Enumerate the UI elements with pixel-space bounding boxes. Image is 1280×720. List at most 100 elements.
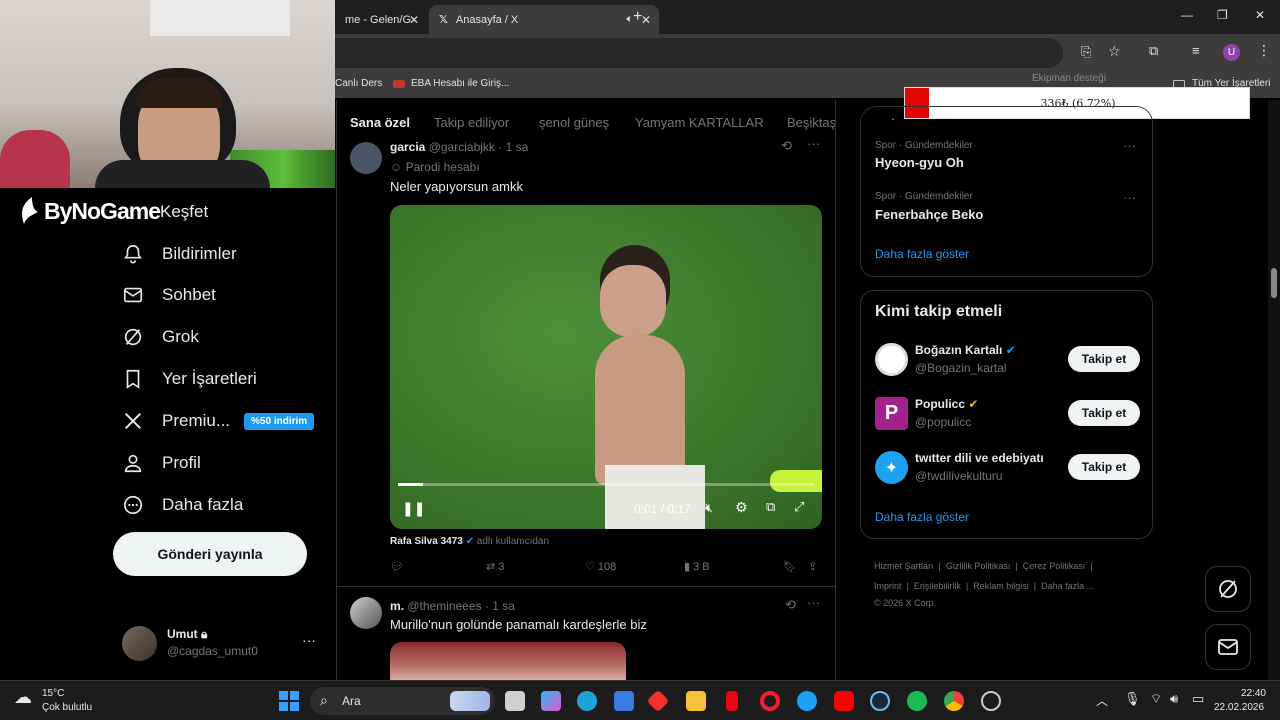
more-dots-icon[interactable]: ··· — [807, 595, 820, 610]
follow-suggestion[interactable]: P Populicc ✔ @populicc Takip et — [861, 395, 1154, 435]
bookmark-item[interactable]: Ekipman desteği — [1032, 73, 1106, 84]
menu-dots-icon[interactable]: ⋮ — [1257, 42, 1271, 59]
footer-link[interactable]: Hizmet Şartları — [874, 561, 934, 571]
mute-icon[interactable]: 🔇︎ — [705, 500, 713, 516]
close-tab-icon[interactable]: ✕ — [641, 13, 651, 27]
taskbar-search[interactable]: ⌕ Ara — [310, 687, 495, 715]
share-icon[interactable]: ⇪ — [808, 560, 817, 573]
tab-list-3[interactable]: Beşiktaş — [787, 115, 835, 130]
file-explorer-icon[interactable] — [686, 691, 706, 711]
nav-profile[interactable]: Profil — [122, 448, 201, 478]
follow-button[interactable]: Takip et — [1068, 346, 1140, 372]
copilot-icon[interactable] — [541, 691, 561, 711]
scrollbar-thumb[interactable] — [1271, 268, 1277, 298]
youtube-icon[interactable] — [834, 691, 854, 711]
footer-link[interactable]: Daha fazla ... — [1041, 581, 1094, 591]
more-dots-icon[interactable]: ··· — [1123, 190, 1136, 205]
bookmark-icon[interactable]: 🔖︎ — [783, 560, 797, 573]
post-image[interactable] — [390, 642, 626, 680]
post[interactable]: m. @themineees · 1 sa ⟲ ··· Murillo'nun … — [337, 587, 835, 680]
follow-button[interactable]: Takip et — [1068, 400, 1140, 426]
speaker-icon[interactable]: 🔈︎ — [626, 13, 633, 26]
netflix-icon[interactable] — [726, 691, 738, 711]
star-icon[interactable]: ☆ — [1108, 43, 1121, 60]
more-dots-icon[interactable]: ··· — [1123, 138, 1136, 153]
browser-tab-x[interactable]: 𝕏 Anasayfa / X 🔈︎ ✕ — [429, 5, 659, 34]
battery-icon[interactable]: ▭ — [1192, 691, 1204, 707]
footer-link[interactable]: Imprint — [874, 581, 902, 591]
video-seekbar[interactable] — [398, 483, 814, 486]
chrome-icon[interactable] — [944, 691, 964, 711]
pause-icon[interactable]: ❚❚ — [402, 500, 425, 517]
address-bar[interactable] — [335, 38, 1063, 68]
nav-notifications[interactable]: Bildirimler — [122, 239, 237, 269]
wifi-icon[interactable]: ⌔ — [1150, 691, 1162, 707]
edge-dev-icon[interactable] — [797, 691, 817, 711]
footer-link[interactable]: Çerez Politikası — [1023, 561, 1086, 571]
volume-icon[interactable]: 🔊︎ — [1170, 691, 1178, 707]
footer-link[interactable]: Reklam bilgisi — [973, 581, 1029, 591]
steam-icon[interactable] — [870, 691, 890, 711]
messages-float-button[interactable] — [1205, 624, 1251, 670]
trend-title[interactable]: Fenerbahçe Beko — [875, 207, 983, 222]
fullscreen-icon[interactable]: ⤢ — [794, 499, 804, 515]
minimize-icon[interactable]: — — [1181, 8, 1193, 22]
footer-link[interactable]: Gizlilik Politikası — [946, 561, 1011, 571]
bookmark-item[interactable]: Canlı Ders — [335, 78, 382, 89]
scrollbar[interactable] — [1268, 100, 1280, 680]
extensions-icon[interactable]: ⧉ — [1149, 43, 1158, 59]
tab-following[interactable]: Takip ediliyor — [434, 115, 509, 130]
profile-avatar[interactable]: U — [1223, 44, 1240, 61]
trend-title[interactable]: Hyeon-gyu Oh — [875, 155, 964, 170]
spotify-icon[interactable] — [907, 691, 927, 711]
tab-for-you[interactable]: Sana özel — [350, 115, 410, 130]
retweet-button[interactable]: ⇄ 3 — [486, 560, 504, 573]
account-switcher[interactable]: Umut 🔒︎ @cagdas_umut0 ··· — [122, 624, 322, 664]
tab-list-2[interactable]: Yamyam KARTALLAR — [635, 115, 764, 130]
views-button[interactable]: ▮ 3 B — [684, 560, 710, 573]
post[interactable]: garcia @garciabjkk · 1 sa ⟲ ··· ☺ Parodi… — [337, 136, 835, 586]
edge-icon[interactable] — [577, 691, 597, 711]
follow-button[interactable]: Takip et — [1068, 454, 1140, 480]
microphone-icon[interactable]: 🎙︎ — [1124, 691, 1141, 707]
tab-list-1[interactable]: şenol güneş — [539, 115, 609, 130]
follow-suggestion[interactable]: Boğazın Kartalı ✔ @Bogazin_kartal Takip … — [861, 341, 1154, 381]
nav-more[interactable]: Daha fazla — [122, 490, 243, 520]
anydesk-icon[interactable] — [646, 689, 670, 713]
post-button[interactable]: Gönderi yayınla — [113, 532, 307, 576]
nav-premium[interactable]: Premiu... %50 indirim — [122, 406, 315, 436]
grok-float-button[interactable] — [1205, 566, 1251, 612]
picture-in-picture-icon[interactable]: ⧉ — [766, 499, 775, 515]
close-window-icon[interactable]: ✕ — [1255, 8, 1265, 22]
nav-bookmarks[interactable]: Yer İşaretleri — [122, 364, 257, 394]
grok-icon[interactable]: ⟲ — [781, 138, 792, 154]
bookmark-item[interactable]: EBA Hesabı ile Giriş... — [411, 78, 509, 89]
settings-gear-icon[interactable]: ⚙ — [735, 499, 748, 516]
like-button[interactable]: ♡ 108 — [585, 560, 616, 573]
restore-icon[interactable]: ❐ — [1217, 8, 1228, 22]
nav-chat[interactable]: Sohbet — [122, 280, 216, 310]
store-icon[interactable] — [614, 691, 634, 711]
show-more-link[interactable]: Daha fazla göster — [875, 247, 969, 261]
browser-tab-mail[interactable]: me - Gelen/Gid ✕ — [335, 5, 427, 34]
media-icon[interactable]: ≡ — [1192, 43, 1200, 58]
video-player[interactable]: ❚❚ 0:01 / 0:17 🔇︎ ⚙ ⧉ ⤢ — [390, 205, 822, 529]
show-more-link[interactable]: Daha fazla göster — [875, 510, 969, 524]
task-view-icon[interactable] — [505, 691, 525, 711]
chatgpt-icon[interactable] — [981, 691, 1001, 711]
close-tab-icon[interactable]: ✕ — [409, 13, 419, 27]
attribution-user[interactable]: Rafa Silva 3473 — [390, 536, 463, 547]
more-dots-icon[interactable]: ··· — [807, 136, 820, 151]
follow-suggestion[interactable]: ✦ twıtter dili ve edebiyatı @twdilivekul… — [861, 449, 1154, 489]
footer-link[interactable]: Erişilebilirlik — [914, 581, 961, 591]
more-dots-icon[interactable]: ··· — [302, 632, 316, 648]
nav-grok[interactable]: Grok — [122, 322, 199, 352]
nav-explore[interactable]: Keşfet — [160, 197, 208, 227]
clock-time[interactable]: 22:40 — [1232, 688, 1266, 699]
opera-icon[interactable] — [760, 691, 780, 711]
install-app-icon[interactable]: ⎘ — [1081, 44, 1091, 60]
windows-start-icon[interactable] — [279, 691, 299, 711]
chevron-up-icon[interactable]: ︿ — [1096, 692, 1108, 709]
clock-date[interactable]: 22.02.2026 — [1214, 702, 1264, 713]
new-tab-icon[interactable]: + — [633, 8, 642, 26]
